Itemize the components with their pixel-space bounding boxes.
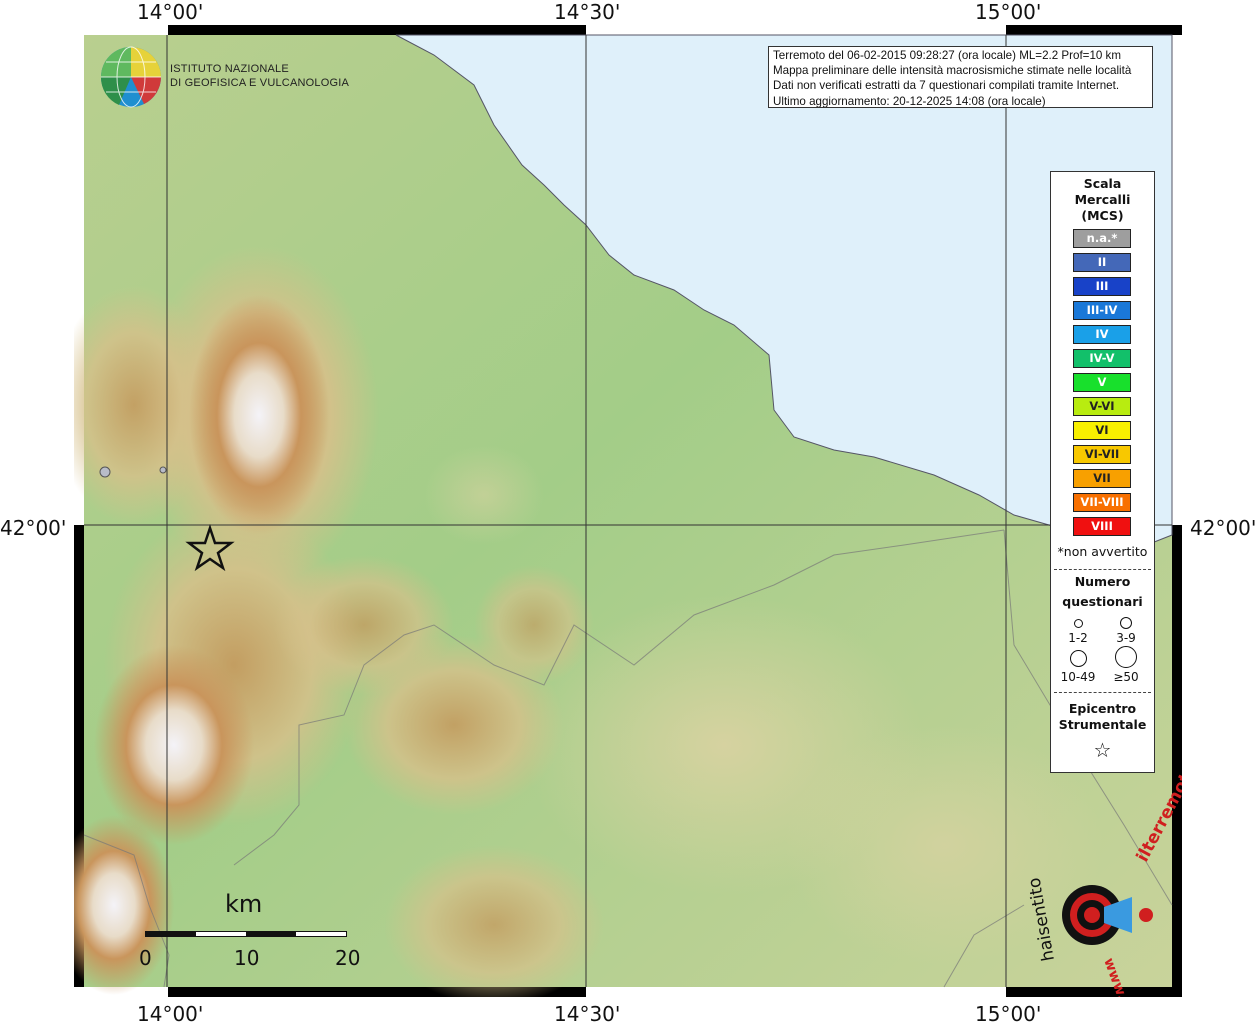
lat-label-right: 42°00' bbox=[1190, 516, 1255, 540]
intensity-item: III-IV bbox=[1073, 301, 1131, 320]
scale-bar-track bbox=[145, 931, 347, 937]
map-canvas[interactable]: ilterremoto.it haisentito www. bbox=[74, 25, 1182, 997]
event-info-line3: Dati non verificati estratti da 7 questi… bbox=[773, 79, 1120, 93]
event-info-box: Terremoto del 06-02-2015 09:28:27 (ora l… bbox=[768, 46, 1153, 108]
intensity-item: III bbox=[1073, 277, 1131, 296]
intensity-item: IV-V bbox=[1073, 349, 1131, 368]
circle-size-10-49-icon bbox=[1070, 650, 1087, 667]
intensity-item: VII bbox=[1073, 469, 1131, 488]
intensity-item: V-VI bbox=[1073, 397, 1131, 416]
intensity-item: V bbox=[1073, 373, 1131, 392]
intensity-item: VII-VIII bbox=[1073, 493, 1131, 512]
event-info-line4: Ultimo aggiornamento: 20-12-2025 14:08 (… bbox=[773, 94, 1046, 108]
legend-title-3: (MCS) bbox=[1081, 208, 1124, 223]
epicenter-title-2: Strumentale bbox=[1058, 717, 1147, 732]
scale-label-0: 0 bbox=[139, 946, 152, 970]
legend-note: *non avvertito bbox=[1057, 544, 1148, 559]
circle-label-2: 3-9 bbox=[1116, 631, 1136, 645]
scale-label-10: 10 bbox=[234, 946, 260, 970]
circle-label-1: 1-2 bbox=[1068, 631, 1088, 645]
legend-panel: Scala Mercalli (MCS) n.a.* II III III-IV IV I… bbox=[1050, 171, 1155, 773]
intensity-item: VI bbox=[1073, 421, 1131, 440]
legend-divider-2 bbox=[1054, 692, 1151, 693]
epicenter-legend-star-icon: ☆ bbox=[1093, 738, 1112, 762]
lon-label-bottom-2: 14°30' bbox=[554, 1002, 621, 1026]
ingv-logo-icon bbox=[100, 46, 161, 108]
ingv-logo-text: ISTITUTO NAZIONALE DI GEOFISICA E VULCAN… bbox=[170, 63, 349, 90]
circle-size-3-9-icon bbox=[1120, 617, 1132, 629]
lon-label-top-2: 14°30' bbox=[554, 0, 621, 24]
lon-label-top-1: 14°00' bbox=[137, 0, 204, 24]
intensity-item: VIII bbox=[1073, 517, 1131, 536]
questionnaire-title-2: questionari bbox=[1062, 594, 1143, 609]
legend-title-2: Mercalli bbox=[1074, 192, 1131, 207]
lon-label-top-3: 15°00' bbox=[975, 0, 1042, 24]
intensity-item: II bbox=[1073, 253, 1131, 272]
scale-unit: km bbox=[225, 890, 263, 918]
event-info-line2: Mappa preliminare delle intensità macros… bbox=[773, 64, 1132, 78]
map-frame[interactable]: ilterremoto.it haisentito www. bbox=[74, 25, 1182, 997]
legend-title-1: Scala bbox=[1083, 176, 1122, 191]
lon-label-bottom-1: 14°00' bbox=[137, 1002, 204, 1026]
circle-size-50-icon bbox=[1115, 646, 1137, 668]
lat-label-left: 42°00' bbox=[0, 516, 67, 540]
circle-size-1-2-icon bbox=[1074, 619, 1083, 628]
lon-label-bottom-3: 15°00' bbox=[975, 1002, 1042, 1026]
legend-divider-1 bbox=[1054, 569, 1151, 570]
ingv-line1: ISTITUTO NAZIONALE bbox=[170, 63, 289, 75]
ingv-line2: DI GEOFISICA E VULCANOLOGIA bbox=[170, 76, 349, 89]
intensity-item: n.a.* bbox=[1073, 229, 1131, 248]
event-info-line1: Terremoto del 06-02-2015 09:28:27 (ora l… bbox=[773, 49, 1122, 62]
circle-label-4: ≥50 bbox=[1113, 670, 1139, 684]
intensity-item: VI-VII bbox=[1073, 445, 1131, 464]
scale-bar: km 0 10 20 bbox=[130, 890, 370, 980]
epicenter-title-1: Epicentro bbox=[1068, 701, 1137, 716]
scale-label-20: 20 bbox=[335, 946, 361, 970]
questionnaire-title-1: Numero bbox=[1074, 574, 1131, 589]
circle-label-3: 10-49 bbox=[1060, 670, 1096, 684]
intensity-item: IV bbox=[1073, 325, 1131, 344]
